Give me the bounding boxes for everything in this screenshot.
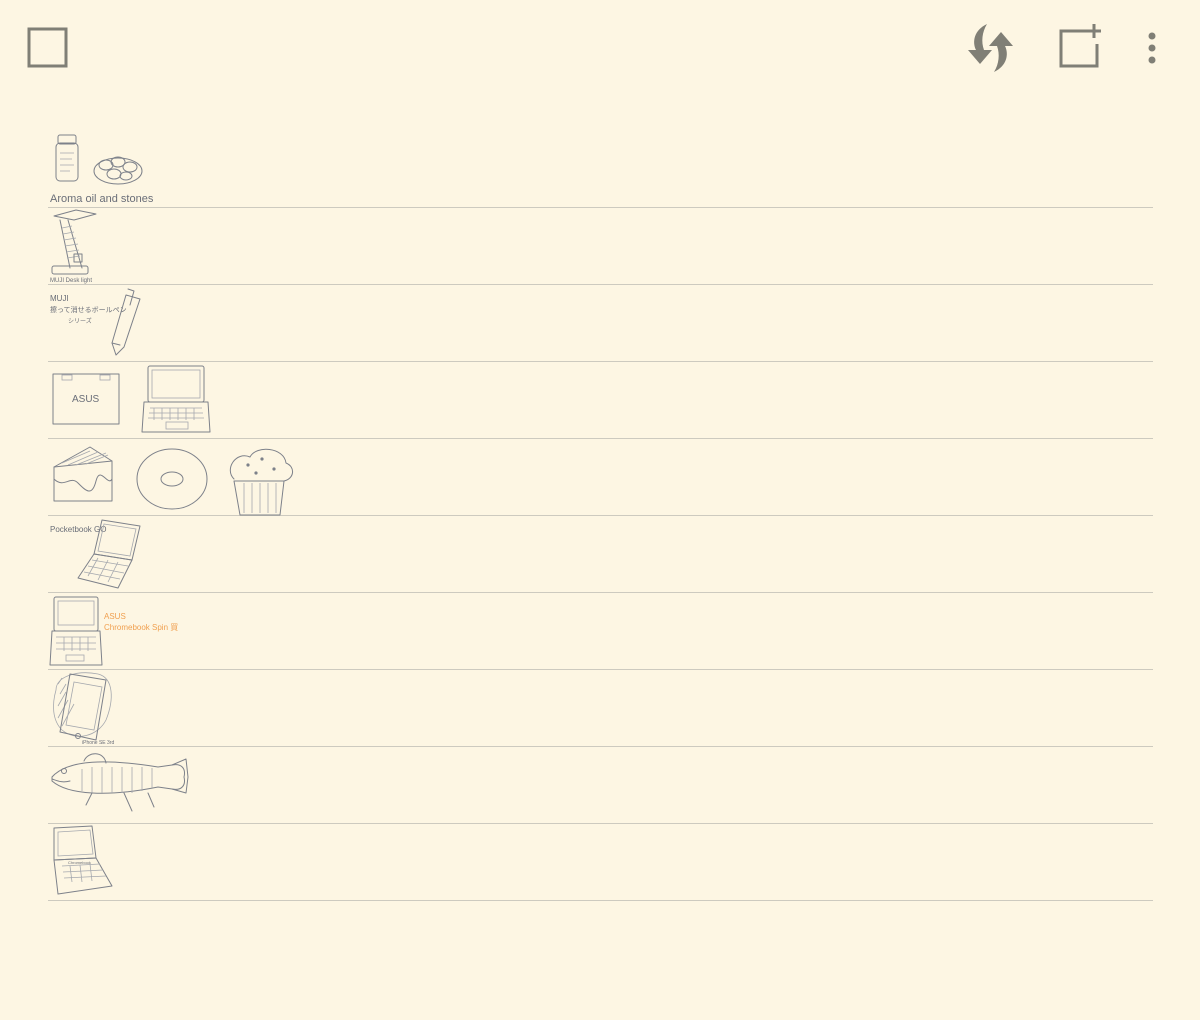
page-caption: Chromebook <box>68 860 91 865</box>
page-caption-line: Chromebook Spin 買 <box>104 623 178 632</box>
asus-laptop-sketch: ASUS <box>52 365 211 433</box>
add-page-icon[interactable] <box>1056 24 1104 72</box>
fish-sketch <box>51 753 189 812</box>
aroma-oil-sketch: Aroma oil and stones <box>50 134 154 205</box>
page-row[interactable]: Pocketbook GO <box>48 516 1153 593</box>
pocketbook-sketch: Pocketbook GO <box>50 519 141 589</box>
page-caption: Aroma oil and stones <box>50 193 154 205</box>
more-vertical-icon[interactable] <box>1140 30 1164 66</box>
page-row[interactable]: ASUS Chromebook Spin 買 <box>48 593 1153 670</box>
page-caption: MUJI Desk light <box>50 278 92 284</box>
desk-light-sketch: MUJI Desk light <box>50 209 97 284</box>
page-row[interactable] <box>48 747 1153 824</box>
page-row[interactable]: ASUS <box>48 362 1153 439</box>
page-caption: Pocketbook GO <box>50 525 106 534</box>
erasable-pen-sketch: MUJI 擦って消せるボールペン シリーズ <box>50 288 141 356</box>
page-row[interactable]: MUJI 擦って消せるボールペン シリーズ <box>48 285 1153 362</box>
page-caption-line: 擦って消せるボールペン <box>50 305 127 314</box>
page-row[interactable]: MUJI Desk light <box>48 208 1153 285</box>
page-caption: ASUS <box>72 394 100 405</box>
page-caption: iPhone SE 3rd <box>82 740 114 746</box>
iphone-sketch: iPhone SE 3rd <box>53 672 114 746</box>
sync-icon[interactable] <box>960 20 1022 76</box>
page-row[interactable]: Aroma oil and stones <box>48 131 1153 208</box>
snacks-sketch <box>53 446 293 516</box>
page-row[interactable]: iPhone SE 3rd <box>48 670 1153 747</box>
page-caption-line: MUJI <box>50 294 69 303</box>
page-list: Aroma oil and stones MUJI Desk light MUJ… <box>48 131 1153 901</box>
chromebook-sketch: Chromebook <box>53 825 113 895</box>
chromebook-spin-sketch: ASUS Chromebook Spin 買 <box>49 596 178 666</box>
page-caption-line: シリーズ <box>68 317 92 325</box>
top-toolbar <box>0 0 1200 96</box>
page-caption-line: ASUS <box>104 612 126 621</box>
page-row[interactable] <box>48 439 1153 516</box>
page-row[interactable]: Chromebook <box>48 824 1153 901</box>
select-checkbox-icon[interactable] <box>26 26 70 70</box>
